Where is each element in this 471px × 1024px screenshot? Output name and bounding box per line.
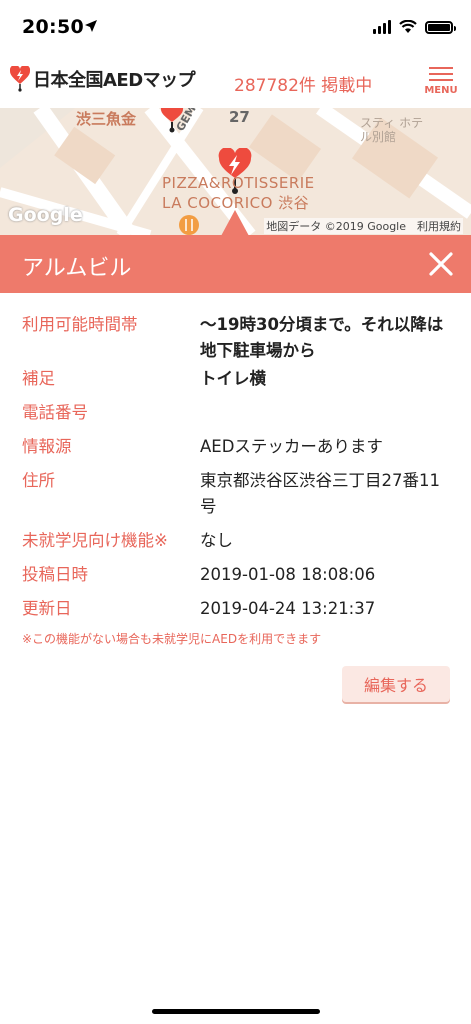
detail-value: 2019-01-08 18:08:06: [200, 565, 376, 584]
wifi-icon: [399, 20, 417, 33]
battery-icon: [425, 20, 456, 34]
status-bar: 20:50: [0, 0, 471, 54]
app-logo[interactable]: 日本全国AEDマップ: [10, 66, 196, 92]
detail-label: 投稿日時: [22, 565, 88, 584]
detail-row-updated: 更新日 2019-04-24 13:21:37: [22, 596, 452, 622]
detail-label: 電話番号: [22, 403, 88, 422]
map-attribution[interactable]: 地図データ ©2019 Google 利用規約: [264, 218, 463, 234]
detail-row-phone: 電話番号: [22, 400, 452, 426]
aed-heart-icon: [10, 66, 30, 92]
detail-value: AEDステッカーあります: [200, 437, 383, 456]
panel-header: アルムビル: [0, 235, 471, 293]
hamburger-icon: [423, 67, 459, 81]
detail-label: 更新日: [22, 599, 72, 618]
google-logo: Google: [8, 204, 83, 226]
detail-row-address: 住所 東京都渋谷区渋谷三丁目27番11号: [22, 468, 452, 520]
detail-row-source: 情報源 AEDステッカーあります: [22, 434, 452, 460]
map-label-number: 27: [229, 108, 250, 126]
detail-value: [200, 400, 452, 426]
app-header: 日本全国AEDマップ 287782件 掲載中 MENU: [0, 54, 471, 108]
cellular-signal-icon: [373, 20, 391, 34]
detail-value: トイレ横: [200, 369, 266, 388]
child-feature-note: ※この機能がない場合も未就学児にAEDを利用できます: [22, 632, 322, 646]
edit-button[interactable]: 編集する: [342, 666, 450, 702]
detail-row-child-feature: 未就学児向け機能※ なし: [22, 528, 452, 554]
detail-label: 情報源: [22, 437, 72, 456]
map-label-restaurant-line1: PIZZA&ROTISSERIE: [162, 174, 315, 192]
detail-label: 住所: [22, 471, 55, 490]
status-icons: [373, 18, 456, 36]
detail-row-posted: 投稿日時 2019-01-08 18:08:06: [22, 562, 452, 588]
detail-label: 利用可能時間帯: [22, 315, 138, 334]
detail-value: 〜19時30分頃まで。それ以降は地下駐車場から: [200, 315, 444, 360]
close-icon[interactable]: [427, 250, 455, 278]
detail-label: 未就学児向け機能※: [22, 531, 168, 550]
detail-value: 2019-04-24 13:21:37: [200, 599, 376, 618]
detail-label: 補足: [22, 369, 55, 388]
aed-count: 287782件 掲載中: [234, 76, 373, 96]
panel-pointer: [221, 210, 249, 236]
detail-value: 東京都渋谷区渋谷三丁目27番11号: [200, 471, 440, 516]
detail-row-hours: 利用可能時間帯 〜19時30分頃まで。それ以降は地下駐車場から: [22, 312, 452, 364]
restaurant-icon: [179, 215, 199, 235]
detail-row-note: 補足 トイレ横: [22, 366, 452, 392]
logo-text: 日本全国AEDマップ: [33, 70, 196, 91]
location-arrow-icon: [85, 20, 97, 32]
status-time: 20:50: [22, 16, 84, 38]
panel-title: アルムビル: [22, 256, 132, 281]
menu-label: MENU: [424, 85, 458, 96]
menu-button[interactable]: MENU: [423, 64, 459, 96]
map-label-shop: 渋三魚金: [76, 110, 137, 128]
home-indicator[interactable]: [152, 1009, 320, 1014]
map-label-hotel: スティ ホテル別館: [360, 116, 424, 144]
aed-details: 利用可能時間帯 〜19時30分頃まで。それ以降は地下駐車場から 補足 トイレ横 …: [22, 312, 452, 647]
detail-value: なし: [200, 531, 233, 550]
